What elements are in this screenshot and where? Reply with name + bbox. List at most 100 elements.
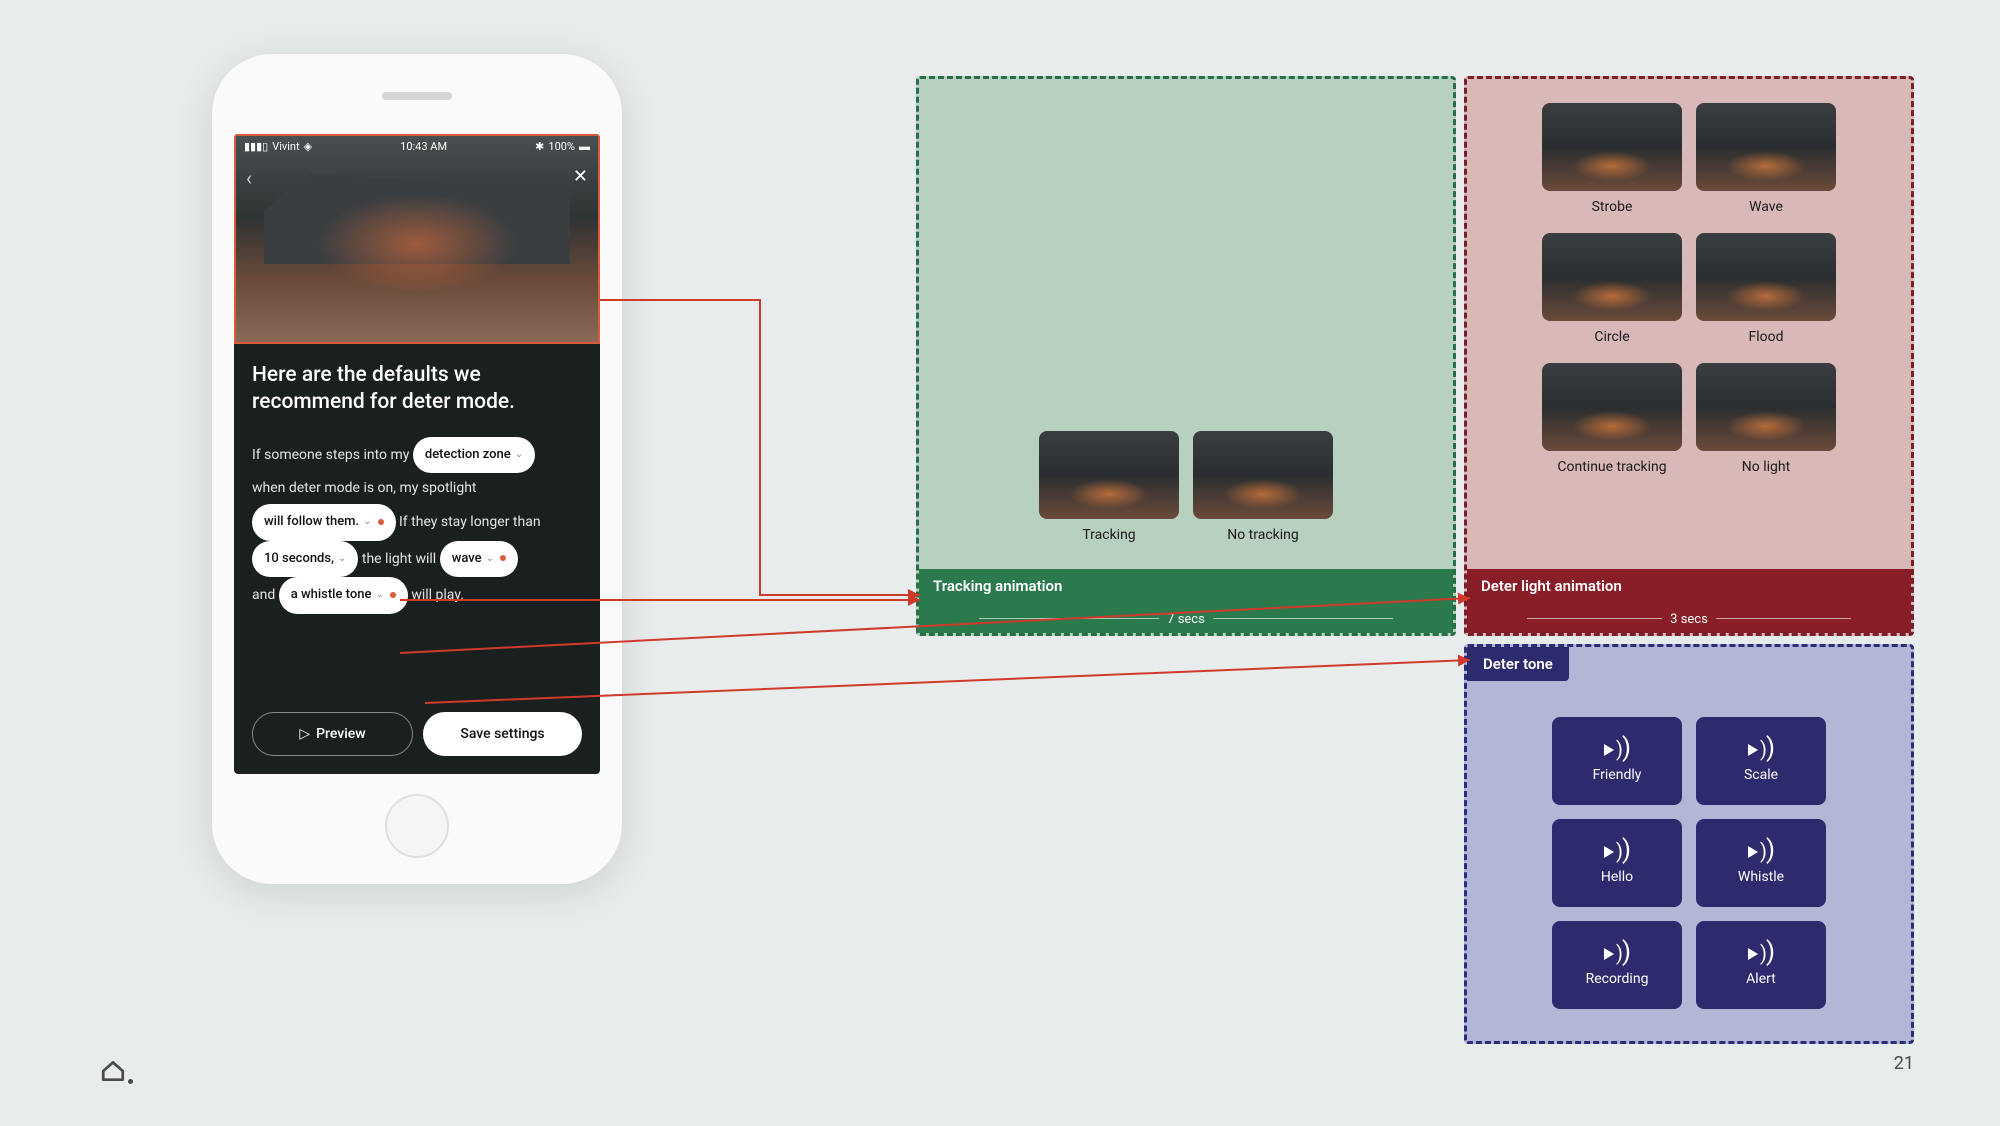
tracking-panel: Tracking No tracking Tracking animation … — [916, 76, 1456, 636]
speaker-icon: ) — [1748, 841, 1774, 863]
house-graphic — [264, 174, 570, 264]
madlib-text: If they stay longer than — [399, 514, 541, 530]
home-button[interactable] — [385, 794, 449, 858]
sound-selector[interactable]: a whistle tone ⌄ — [279, 577, 408, 614]
duration-label: 7 secs — [1159, 612, 1213, 627]
tone-recording-option[interactable]: ) Recording — [1552, 921, 1682, 1009]
thumbnail-image — [1542, 103, 1682, 191]
duration-selector[interactable]: 10 seconds, ⌄ — [252, 541, 358, 578]
preview-label: Preview — [316, 726, 366, 742]
page-number: 21 — [1894, 1053, 1914, 1074]
tone-label: Hello — [1601, 869, 1633, 885]
madlib-text: will play. — [411, 587, 464, 603]
thumbnail-image — [1696, 233, 1836, 321]
tone-label: Friendly — [1593, 767, 1642, 783]
light-continue-option[interactable]: Continue tracking — [1542, 363, 1682, 475]
signal-icon: ▮▮▮▯ — [244, 140, 268, 153]
no-tracking-option[interactable]: No tracking — [1193, 431, 1333, 543]
panel-title: Tracking animation — [933, 577, 1062, 595]
detection-zone-selector[interactable]: detection zone ⌄ — [413, 437, 535, 474]
save-button[interactable]: Save settings — [423, 712, 582, 756]
carrier-label: Vivint — [272, 140, 299, 153]
app-screen: ▮▮▮▯ Vivint ◈ 10:43 AM ✱ 100% ▬ ‹ ✕ Here… — [234, 134, 600, 774]
chevron-down-icon: ⌄ — [486, 548, 506, 570]
tone-hello-option[interactable]: ) Hello — [1552, 819, 1682, 907]
deter-light-panel: Strobe Wave Circle Flood Continue tracki… — [1464, 76, 1914, 636]
back-icon[interactable]: ‹ — [246, 166, 252, 190]
pill-label: a whistle tone — [291, 581, 372, 610]
thumbnail-image — [1542, 233, 1682, 321]
preview-button[interactable]: ▷ Preview — [252, 712, 413, 756]
thumbnail-label: Continue tracking — [1557, 459, 1666, 475]
close-icon[interactable]: ✕ — [573, 166, 588, 187]
tracking-footer: Tracking animation 7 secs — [919, 569, 1453, 633]
thumbnail-image — [1696, 103, 1836, 191]
light-wave-option[interactable]: Wave — [1696, 103, 1836, 215]
pill-label: 10 seconds, — [264, 545, 334, 574]
madlib-text: If someone steps into my — [252, 447, 409, 463]
deter-light-footer: Deter light animation 3 secs — [1467, 569, 1911, 633]
tone-whistle-option[interactable]: ) Whistle — [1696, 819, 1826, 907]
status-bar: ▮▮▮▯ Vivint ◈ 10:43 AM ✱ 100% ▬ — [234, 134, 600, 158]
wifi-icon: ◈ — [304, 140, 312, 153]
play-icon: ▷ — [299, 726, 310, 742]
thumbnail-label: No tracking — [1227, 527, 1299, 543]
tone-friendly-option[interactable]: ) Friendly — [1552, 717, 1682, 805]
speaker-icon: ) — [1604, 841, 1630, 863]
pill-label: wave — [452, 545, 482, 574]
action-buttons: ▷ Preview Save settings — [252, 712, 582, 756]
tone-label: Scale — [1744, 767, 1778, 783]
duration-label: 3 secs — [1662, 612, 1716, 627]
deter-tone-panel: Deter tone ) Friendly ) Scale ) Hello ) … — [1464, 644, 1914, 1044]
chevron-down-icon: ⌄ — [375, 584, 395, 606]
hero-image — [234, 134, 600, 344]
tracking-option[interactable]: Tracking — [1039, 431, 1179, 543]
thumbnail-label: Wave — [1749, 199, 1783, 215]
chevron-down-icon: ⌄ — [338, 548, 346, 570]
thumbnail-label: No light — [1742, 459, 1790, 475]
thumbnail-label: Strobe — [1592, 199, 1633, 215]
madlib-sentence: If someone steps into my detection zone … — [252, 437, 582, 614]
thumbnail-image — [1696, 363, 1836, 451]
panel-title: Deter light animation — [1481, 577, 1622, 595]
tone-label: Recording — [1586, 971, 1649, 987]
thumbnail-label: Flood — [1748, 329, 1783, 345]
thumbnail-image — [1193, 431, 1333, 519]
spotlight-behavior-selector[interactable]: will follow them. ⌄ — [252, 504, 396, 541]
light-flood-option[interactable]: Flood — [1696, 233, 1836, 345]
speaker-icon: ) — [1604, 739, 1630, 761]
thumbnail-label: Tracking — [1082, 527, 1135, 543]
battery-label: 100% — [548, 140, 575, 153]
speaker-icon: ) — [1604, 943, 1630, 965]
panel-title: Deter tone — [1467, 647, 1569, 681]
save-label: Save settings — [460, 726, 544, 742]
phone-speaker — [382, 92, 452, 100]
light-pattern-selector[interactable]: wave ⌄ — [440, 541, 518, 578]
logo-dot — [128, 1079, 133, 1084]
light-circle-option[interactable]: Circle — [1542, 233, 1682, 345]
bluetooth-icon: ✱ — [535, 140, 544, 153]
light-none-option[interactable]: No light — [1696, 363, 1836, 475]
tone-label: Whistle — [1738, 869, 1784, 885]
speaker-icon: ) — [1748, 739, 1774, 761]
pill-label: will follow them. — [264, 508, 359, 537]
tone-alert-option[interactable]: ) Alert — [1696, 921, 1826, 1009]
pill-label: detection zone — [425, 441, 511, 470]
thumbnail-label: Circle — [1594, 329, 1629, 345]
phone-mockup: ▮▮▮▯ Vivint ◈ 10:43 AM ✱ 100% ▬ ‹ ✕ Here… — [212, 54, 622, 884]
madlib-text: and — [252, 587, 275, 603]
madlib-text: the light will — [362, 551, 436, 567]
battery-icon: ▬ — [579, 140, 590, 153]
light-strobe-option[interactable]: Strobe — [1542, 103, 1682, 215]
thumbnail-image — [1039, 431, 1179, 519]
tone-label: Alert — [1746, 971, 1776, 987]
thumbnail-image — [1542, 363, 1682, 451]
content-area: Here are the defaults we recommend for d… — [234, 354, 600, 774]
chevron-down-icon: ⌄ — [363, 511, 383, 533]
madlib-text: when deter mode is on, my spotlight — [252, 480, 477, 496]
chevron-down-icon: ⌄ — [515, 444, 523, 466]
tone-scale-option[interactable]: ) Scale — [1696, 717, 1826, 805]
speaker-icon: ) — [1748, 943, 1774, 965]
clock: 10:43 AM — [400, 140, 447, 153]
brand-logo-icon — [100, 1058, 126, 1084]
